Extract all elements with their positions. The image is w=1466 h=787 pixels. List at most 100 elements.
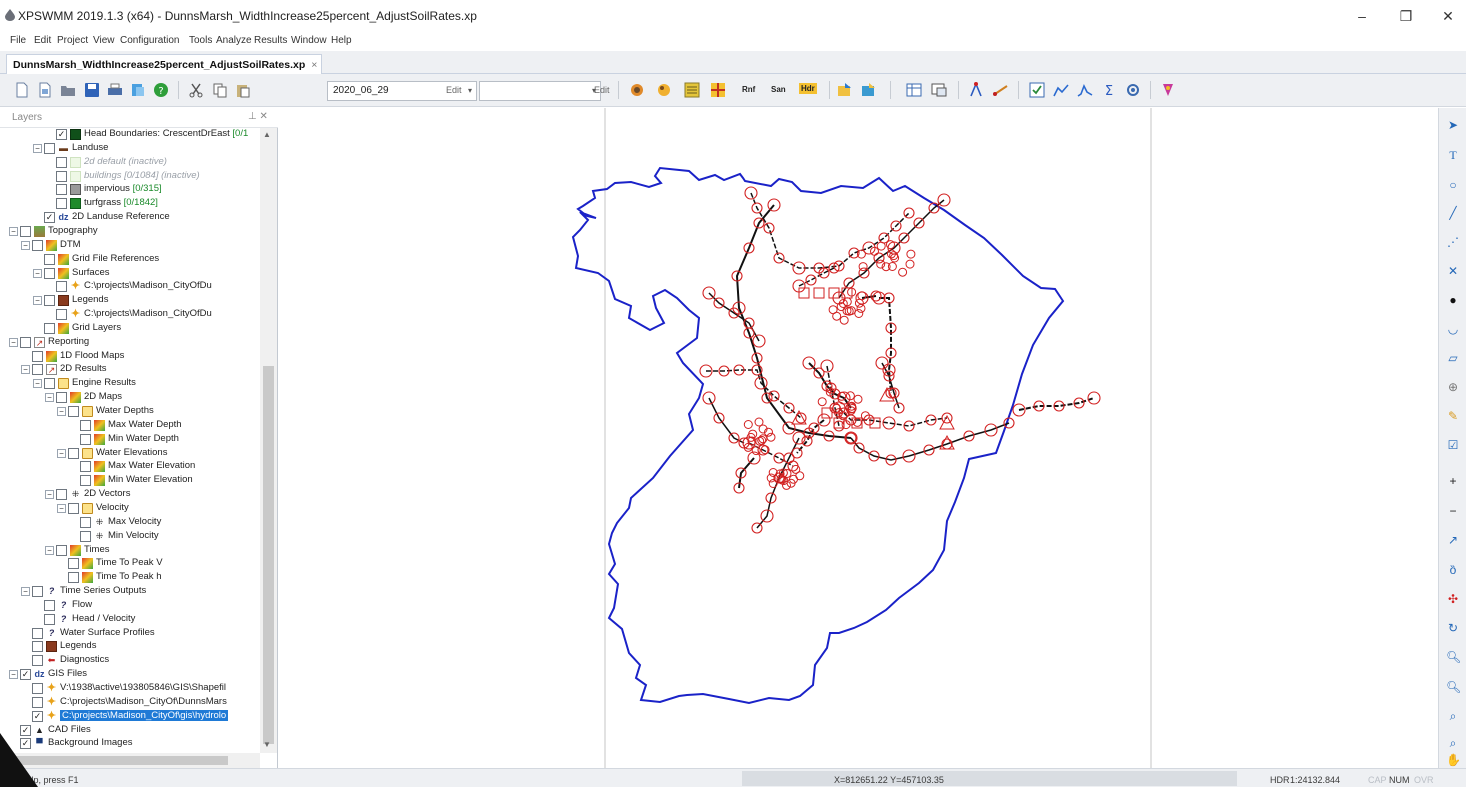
- network-node[interactable]: [853, 394, 863, 404]
- layer-row[interactable]: ✦ V:\1938\active\193805846\GIS\Shapefil: [0, 682, 260, 695]
- layer-row[interactable]: − ↗ Reporting: [0, 336, 260, 349]
- runoff-button[interactable]: Rnf: [742, 85, 755, 94]
- layer-row[interactable]: ? Head / Velocity: [0, 613, 260, 626]
- collapse-toggle-icon[interactable]: −: [57, 448, 66, 458]
- network-node[interactable]: [905, 259, 915, 269]
- network-node[interactable]: [854, 309, 864, 318]
- checklist-icon[interactable]: [1029, 82, 1045, 98]
- layer-checkbox[interactable]: [32, 239, 43, 251]
- profile-plot-icon[interactable]: [1053, 82, 1069, 98]
- network-node[interactable]: [886, 240, 895, 250]
- scroll-down-icon[interactable]: ▼: [263, 740, 271, 749]
- scrollbar-thumb[interactable]: [14, 756, 228, 765]
- layer-row[interactable]: − Times: [0, 544, 260, 557]
- collapse-toggle-icon[interactable]: −: [57, 503, 66, 513]
- layer-row[interactable]: Min Water Depth: [0, 433, 260, 446]
- network-node[interactable]: [857, 291, 867, 301]
- layer-row[interactable]: ✓ Head Boundaries: CrescentDrEast [0/1: [0, 128, 260, 141]
- layer-checkbox[interactable]: [56, 170, 67, 182]
- import-icon[interactable]: [837, 82, 853, 98]
- scroll-up-icon[interactable]: ▲: [263, 130, 271, 139]
- layer-checkbox[interactable]: ✓: [56, 129, 67, 140]
- copy-icon[interactable]: [212, 82, 228, 98]
- sum-icon[interactable]: Σ: [1101, 82, 1117, 98]
- layer-row[interactable]: Max Water Elevation: [0, 460, 260, 473]
- layer-checkbox[interactable]: [80, 433, 91, 445]
- hand-icon[interactable]: ✋: [1446, 753, 1461, 767]
- print-icon[interactable]: [107, 82, 123, 98]
- layer-checkbox[interactable]: [44, 613, 55, 625]
- layer-row[interactable]: buildings [0/1084] (inactive): [0, 170, 260, 183]
- menu-help[interactable]: Help: [331, 35, 352, 46]
- maximize-button[interactable]: ❐: [1391, 6, 1421, 26]
- hydrograph-icon[interactable]: [1077, 82, 1093, 98]
- horizontal-scrollbar[interactable]: [0, 753, 260, 768]
- date-edit-label[interactable]: Edit: [446, 85, 462, 95]
- layer-row[interactable]: ✓ ǳ 2D Landuse Reference: [0, 211, 260, 224]
- zoom-plus-icon[interactable]: +: [1446, 474, 1460, 488]
- layer-checkbox[interactable]: [32, 683, 43, 694]
- pan-icon[interactable]: ✣: [1446, 592, 1460, 606]
- layer-row[interactable]: ? Water Surface Profiles: [0, 627, 260, 640]
- layer-row[interactable]: − 2D Maps: [0, 391, 260, 404]
- layer-row[interactable]: ? Flow: [0, 599, 260, 612]
- layer-checkbox[interactable]: [68, 558, 79, 570]
- layer-checkbox[interactable]: ✓: [20, 669, 31, 681]
- layer-row[interactable]: −? Time Series Outputs: [0, 585, 260, 598]
- layer-checkbox[interactable]: [32, 641, 43, 653]
- measure-icon[interactable]: ✎: [1446, 409, 1460, 423]
- layer-checkbox[interactable]: [44, 142, 55, 154]
- network-node[interactable]: [856, 303, 866, 313]
- pin-close-icons[interactable]: ⊥ ✕: [248, 111, 268, 122]
- layer-checkbox[interactable]: [56, 198, 67, 210]
- network-node[interactable]: [768, 390, 780, 402]
- storage-node[interactable]: [869, 417, 881, 429]
- menu-view[interactable]: View: [93, 35, 115, 46]
- map-canvas[interactable]: [279, 108, 1438, 768]
- layer-checkbox[interactable]: [32, 696, 43, 708]
- help-icon[interactable]: ?: [153, 82, 169, 98]
- layer-checkbox[interactable]: [80, 475, 91, 487]
- layer-checkbox[interactable]: ✓: [44, 212, 55, 224]
- layer-row[interactable]: − Surfaces: [0, 267, 260, 280]
- network-node[interactable]: [832, 311, 842, 321]
- vertical-scrollbar[interactable]: ▲ ▼: [260, 128, 277, 753]
- menu-window[interactable]: Window: [291, 35, 327, 46]
- layer-checkbox[interactable]: [56, 281, 67, 293]
- menu-file[interactable]: File: [10, 35, 26, 46]
- layer-checkbox[interactable]: [20, 336, 31, 348]
- layer-row[interactable]: − DTM: [0, 239, 260, 252]
- collapse-toggle-icon[interactable]: −: [45, 393, 54, 403]
- menu-configuration[interactable]: Configuration: [120, 35, 179, 46]
- shape-tool-icon[interactable]: ▱: [1446, 351, 1460, 365]
- conduit-link[interactable]: [706, 369, 802, 419]
- layer-checkbox[interactable]: [32, 627, 43, 639]
- select-arrow-icon[interactable]: ➤: [1446, 118, 1460, 132]
- layer-row[interactable]: ⁜ Max Velocity: [0, 516, 260, 529]
- network-node[interactable]: [751, 446, 761, 456]
- layer-row[interactable]: − Engine Results: [0, 377, 260, 390]
- collapse-toggle-icon[interactable]: −: [9, 227, 18, 236]
- collapse-toggle-icon[interactable]: −: [9, 337, 18, 347]
- collapse-toggle-icon[interactable]: −: [33, 379, 42, 389]
- new-file-icon[interactable]: [14, 82, 30, 98]
- layer-row[interactable]: ✓ ▀ Background Images: [0, 737, 260, 750]
- zoom-previous-icon[interactable]: ⌕: [1446, 736, 1460, 750]
- network-node[interactable]: [906, 249, 916, 259]
- network-node[interactable]: [743, 420, 753, 429]
- storage-node[interactable]: [841, 287, 853, 299]
- export-data-icon[interactable]: [861, 82, 877, 98]
- layer-checkbox[interactable]: [80, 419, 91, 431]
- select-node-icon[interactable]: [968, 82, 984, 98]
- paste-icon[interactable]: [235, 82, 251, 98]
- minimize-button[interactable]: –: [1347, 6, 1377, 26]
- window-icon[interactable]: [931, 82, 947, 98]
- layer-row[interactable]: Grid Layers: [0, 322, 260, 335]
- network-node[interactable]: [817, 397, 827, 407]
- sanitary-button[interactable]: San: [771, 85, 786, 94]
- scrollbar-thumb[interactable]: [263, 366, 274, 744]
- export-icon[interactable]: [130, 82, 146, 98]
- layer-checkbox[interactable]: [32, 655, 43, 667]
- layer-checkbox[interactable]: [56, 309, 67, 320]
- settings-icon[interactable]: [1125, 82, 1141, 98]
